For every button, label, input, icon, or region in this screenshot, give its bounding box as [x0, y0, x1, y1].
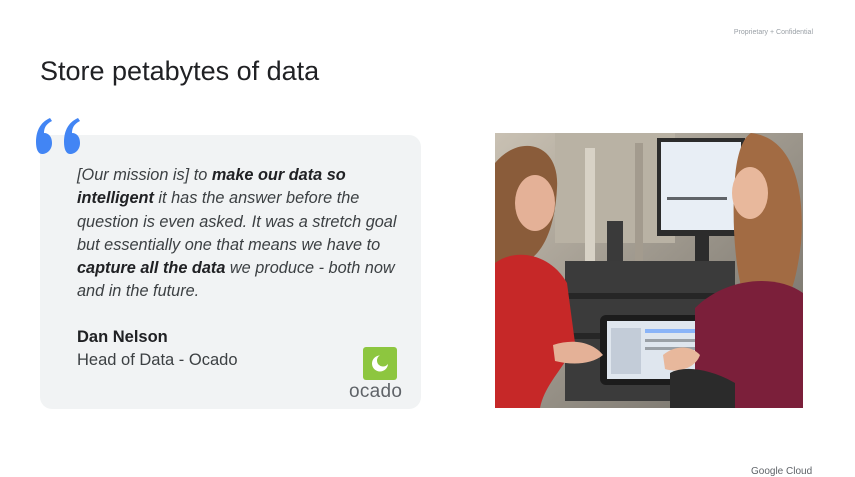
person-role: Head of Data - Ocado [77, 351, 238, 369]
person-name: Dan Nelson [77, 328, 168, 346]
ocado-logo-icon [363, 347, 397, 380]
photo-two-workers-with-tablet [495, 133, 803, 408]
quotation-mark-icon [34, 116, 90, 158]
ocado-logo-text: ocado [349, 381, 403, 402]
quote-card: [Our mission is] to make our data so int… [40, 135, 421, 409]
confidential-label: Proprietary + Confidential [733, 29, 813, 36]
slide-title: Store petabytes of data [40, 56, 320, 86]
quote-text: [Our mission is] to make our data so int… [77, 166, 397, 301]
google-cloud-brand: Google Cloud [751, 466, 813, 477]
